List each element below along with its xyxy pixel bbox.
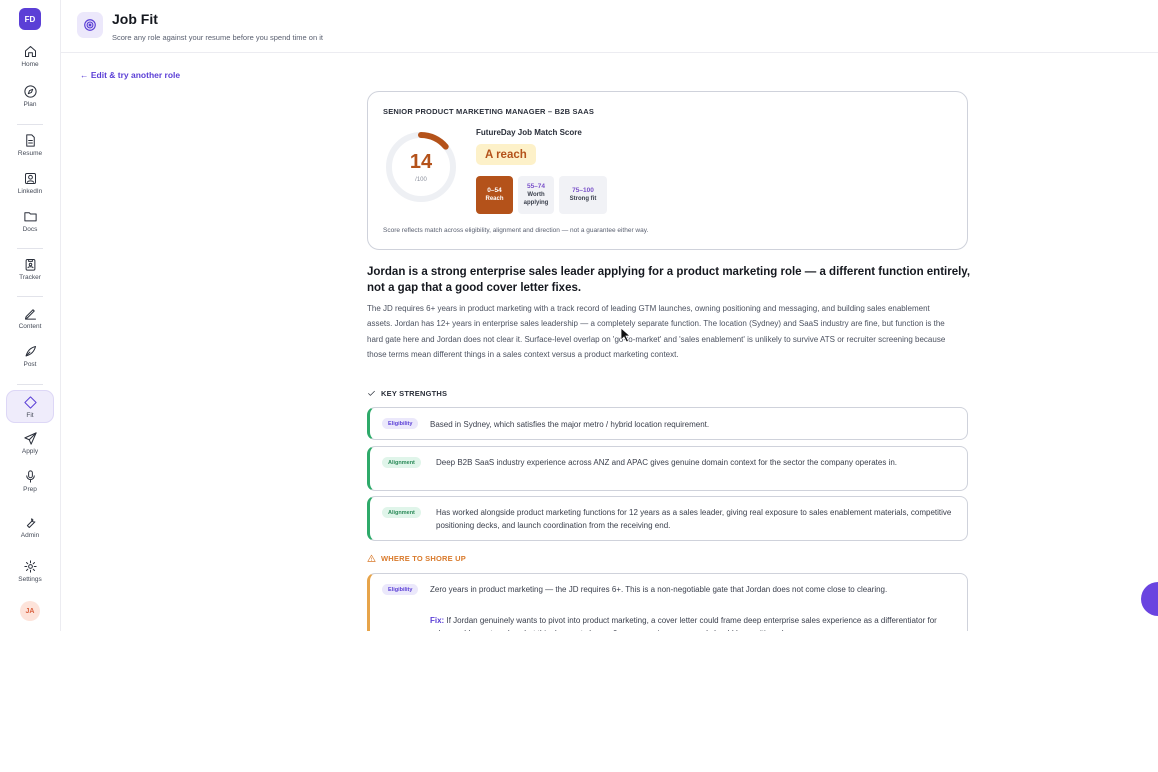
score-note: Score reflects match across eligibility,… bbox=[383, 227, 649, 234]
send-icon bbox=[23, 432, 37, 445]
sidebar-divider bbox=[17, 248, 43, 249]
section-title: WHERE TO SHORE UP bbox=[381, 554, 466, 563]
sidebar-item-linkedin[interactable]: LinkedIn bbox=[6, 171, 54, 195]
sidebar-item-tracker[interactable]: Tracker bbox=[6, 257, 54, 281]
gear-icon bbox=[23, 560, 37, 573]
page-title: Job Fit bbox=[112, 11, 158, 27]
sidebar-item-docs[interactable]: Docs bbox=[6, 209, 54, 233]
gap-item: Eligibility Zero years in product market… bbox=[367, 573, 968, 631]
target-icon bbox=[77, 12, 103, 38]
sidebar-item-label: Content bbox=[18, 323, 42, 330]
sidebar-item-plan[interactable]: Plan bbox=[6, 84, 54, 108]
where-to-shore-up-heading: WHERE TO SHORE UP bbox=[367, 554, 466, 563]
sidebar-item-label: Plan bbox=[23, 101, 37, 108]
band-strong-fit: 75–100 Strong fit bbox=[559, 176, 607, 214]
home-icon bbox=[24, 46, 36, 57]
band-worth-applying: 55–74 Worth applying bbox=[518, 176, 554, 214]
band-range: 75–100 bbox=[572, 186, 594, 194]
check-icon bbox=[368, 390, 375, 396]
diamond-icon bbox=[23, 396, 37, 409]
sidebar-item-home[interactable]: Home bbox=[6, 44, 54, 68]
band-reach: 0–54 Reach bbox=[476, 176, 513, 214]
sidebar-item-label: Post bbox=[23, 361, 37, 368]
app-window: FD Home Plan Resume LinkedIn Docs Tracke… bbox=[0, 0, 1158, 631]
sidebar-item-label: LinkedIn bbox=[17, 188, 43, 195]
sidebar-item-content[interactable]: Content bbox=[6, 306, 54, 330]
fix-label: Fix: bbox=[430, 616, 445, 625]
edit-role-link[interactable]: ← Edit & try another role bbox=[80, 70, 180, 80]
fix-suggestion: Fix: If Jordan genuinely wants to pivot … bbox=[430, 614, 955, 631]
page-subtitle: Score any role against your resume befor… bbox=[112, 33, 323, 42]
gap-text: Zero years in product marketing — the JD… bbox=[430, 585, 888, 594]
warning-icon bbox=[367, 554, 376, 562]
avatar[interactable]: JA bbox=[20, 601, 40, 621]
eligibility-tag: Eligibility bbox=[382, 584, 419, 595]
page-header: Job Fit Score any role against your resu… bbox=[61, 0, 1158, 53]
folder-icon bbox=[23, 212, 37, 222]
sidebar-item-post[interactable]: Post bbox=[6, 344, 54, 368]
sidebar-divider bbox=[17, 384, 43, 385]
microphone-icon bbox=[25, 470, 35, 483]
sidebar-divider bbox=[17, 296, 43, 297]
sidebar-item-label: Admin bbox=[20, 532, 40, 539]
brand-logo[interactable]: FD bbox=[19, 8, 41, 30]
sidebar-item-apply[interactable]: Apply bbox=[6, 431, 54, 455]
compass-icon bbox=[23, 85, 37, 98]
sidebar-item-label: Home bbox=[21, 61, 39, 68]
band-name: applying bbox=[523, 200, 549, 207]
sidebar-item-label: Prep bbox=[23, 486, 37, 493]
eligibility-tag: Eligibility bbox=[382, 418, 419, 429]
band-range: 55–74 bbox=[526, 182, 546, 190]
key-strengths-heading: KEY STRENGTHS bbox=[367, 389, 447, 398]
pen-icon bbox=[24, 309, 36, 320]
quill-icon bbox=[25, 346, 36, 357]
strength-item: Alignment Has worked alongside product m… bbox=[367, 496, 968, 541]
assessment-headline: Jordan is a strong enterprise sales lead… bbox=[367, 266, 971, 294]
sidebar-item-label: Tracker bbox=[19, 274, 41, 281]
strength-item: Eligibility Based in Sydney, which satis… bbox=[367, 407, 968, 440]
role-title: SENIOR PRODUCT MARKETING MANAGER – B2B S… bbox=[383, 107, 595, 116]
verdict-badge: A reach bbox=[476, 144, 536, 165]
score-card: SENIOR PRODUCT MARKETING MANAGER – B2B S… bbox=[367, 91, 968, 250]
sidebar-item-label: Resume bbox=[17, 150, 43, 157]
strength-text: Based in Sydney, which satisfies the maj… bbox=[430, 420, 710, 429]
score-value: 14 bbox=[409, 151, 433, 173]
section-title: KEY STRENGTHS bbox=[381, 389, 448, 398]
clipboard-icon bbox=[25, 259, 35, 271]
sidebar-item-fit[interactable]: Fit bbox=[6, 390, 54, 423]
alignment-tag: Alignment bbox=[382, 457, 421, 468]
document-icon bbox=[25, 134, 35, 147]
score-label: FutureDay Job Match Score bbox=[476, 128, 582, 137]
sidebar-item-label: Fit bbox=[26, 412, 34, 419]
sidebar-item-label: Apply bbox=[21, 448, 39, 455]
strength-text: Deep B2B SaaS industry experience across… bbox=[436, 458, 897, 467]
sidebar-item-prep[interactable]: Prep bbox=[6, 469, 54, 493]
sidebar-item-settings[interactable]: Settings bbox=[6, 559, 54, 583]
id-card-icon bbox=[24, 173, 36, 184]
sidebar-item-resume[interactable]: Resume bbox=[6, 133, 54, 157]
mouse-cursor-icon bbox=[620, 327, 631, 343]
sidebar: FD Home Plan Resume LinkedIn Docs Tracke… bbox=[0, 0, 61, 631]
sidebar-divider bbox=[17, 124, 43, 125]
band-name: Strong fit bbox=[569, 196, 597, 203]
fix-text: If Jordan genuinely wants to pivot into … bbox=[430, 616, 937, 631]
assistant-fab-button[interactable] bbox=[1141, 582, 1158, 616]
sidebar-item-label: Settings bbox=[18, 576, 42, 583]
score-max: /100 bbox=[415, 177, 427, 183]
wrench-icon bbox=[26, 518, 35, 528]
band-range: 0–54 bbox=[487, 186, 502, 194]
alignment-tag: Alignment bbox=[382, 507, 421, 518]
sidebar-item-admin[interactable]: Admin bbox=[6, 515, 54, 539]
assessment-body: The JD requires 6+ years in product mark… bbox=[367, 304, 946, 360]
strength-item: Alignment Deep B2B SaaS industry experie… bbox=[367, 446, 968, 491]
band-name: Worth bbox=[527, 192, 545, 199]
sidebar-item-label: Docs bbox=[22, 226, 38, 233]
strength-text: Has worked alongside product marketing f… bbox=[436, 508, 952, 530]
band-name: Reach bbox=[485, 196, 504, 203]
